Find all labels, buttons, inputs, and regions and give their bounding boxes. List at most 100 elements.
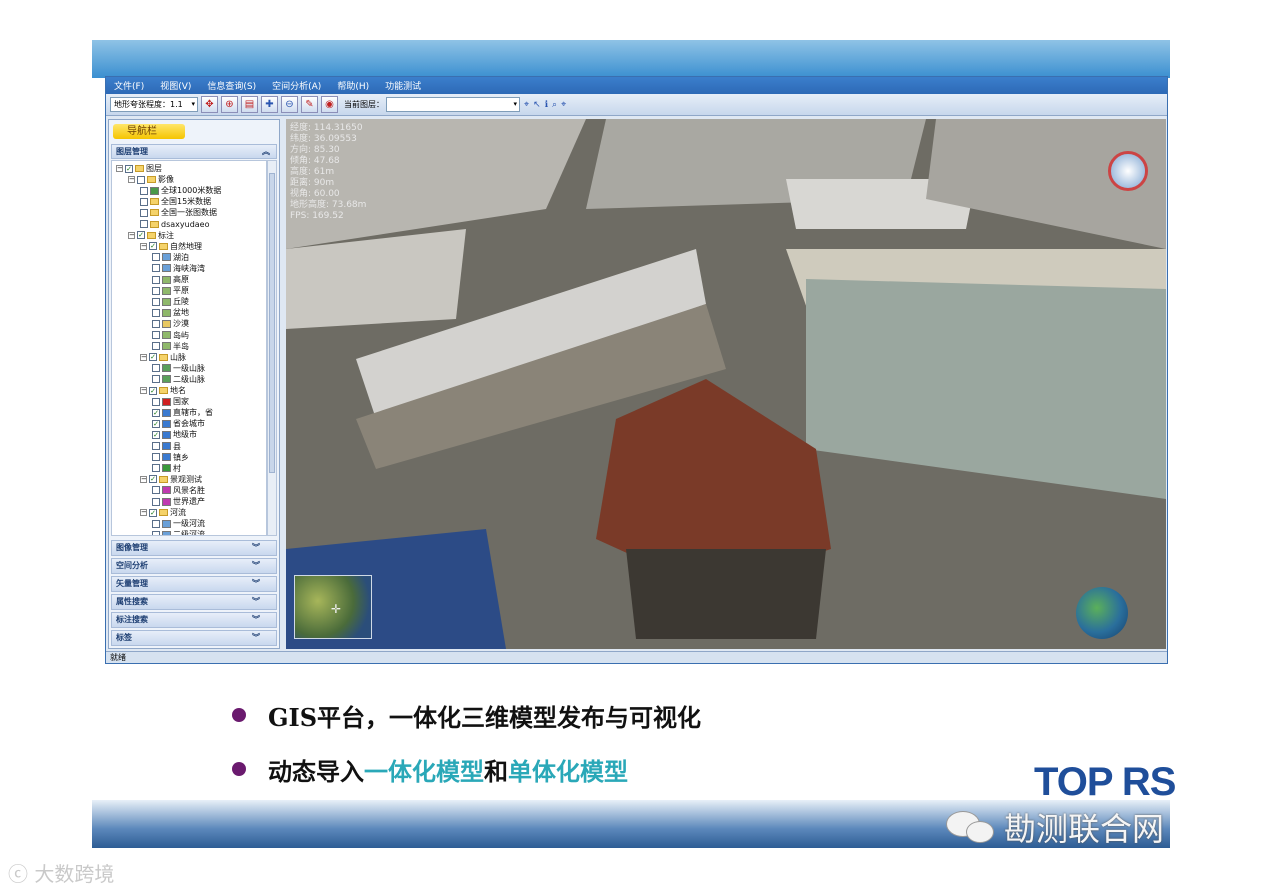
layer-tree-row[interactable]: − ✓ 山脉 (140, 352, 186, 363)
layer-tree-row[interactable]: 高原 (152, 274, 189, 285)
layer-tree-row[interactable]: − ✓ 河流 (140, 507, 186, 518)
layer-tree-row[interactable]: − ✓ 图层 (116, 163, 162, 174)
compass-icon[interactable] (1108, 151, 1148, 191)
layer-visibility-checkbox[interactable] (152, 497, 160, 506)
menu-spatial-analysis[interactable]: 空间分析(A) (272, 79, 321, 92)
layer-visibility-checkbox[interactable] (152, 442, 160, 450)
menu-info-query[interactable]: 信息查询(S) (207, 79, 256, 92)
layer-tree-row[interactable]: 半岛 (152, 341, 189, 352)
layer-tree-row[interactable]: 全国一张图数据 (140, 207, 217, 218)
layer-tree-row[interactable]: − ✓ 标注 (128, 230, 174, 241)
layer-tree-row[interactable]: − 影像 (128, 174, 174, 185)
navigate-icon[interactable]: ✥ (201, 96, 218, 113)
layer-visibility-checkbox[interactable] (152, 308, 160, 317)
layer-tree-row[interactable]: 岛屿 (152, 330, 189, 341)
layer-visibility-checkbox[interactable] (152, 375, 160, 384)
layer-visibility-checkbox[interactable] (152, 519, 160, 528)
layer-visibility-checkbox[interactable] (152, 397, 160, 406)
layer-visibility-checkbox[interactable]: ✓ (125, 164, 133, 173)
layer-visibility-checkbox[interactable] (152, 331, 160, 339)
layer-tree-row[interactable]: ✓ 省会城市 (152, 418, 205, 429)
layer-tree-row[interactable]: 风景名胜 (152, 485, 205, 496)
layer-visibility-checkbox[interactable]: ✓ (137, 231, 145, 240)
search-icon[interactable]: ⌕ (552, 100, 557, 110)
layer-visibility-checkbox[interactable]: ✓ (149, 475, 157, 484)
layer-visibility-checkbox[interactable] (152, 297, 160, 306)
layer-manager-header[interactable]: 图层管理 ︽ (111, 144, 277, 159)
tree-expand-toggle[interactable]: − (128, 231, 135, 239)
layer-tree-row[interactable]: dsaxyudaeo (140, 219, 209, 230)
layer-tree-row[interactable]: 湖泊 (152, 252, 189, 263)
layer-visibility-checkbox[interactable] (152, 253, 160, 262)
layer-visibility-checkbox[interactable] (152, 530, 160, 535)
info-icon[interactable]: ℹ (545, 100, 548, 110)
layer-visibility-checkbox[interactable] (152, 275, 160, 284)
layer-visibility-checkbox[interactable] (152, 486, 160, 495)
scrollbar-thumb[interactable] (269, 173, 275, 473)
layer-visibility-checkbox[interactable]: ✓ (152, 408, 160, 417)
accordion-section[interactable]: 矢量管理 ︾ (111, 576, 277, 592)
layer-visibility-checkbox[interactable] (152, 342, 160, 351)
accordion-section[interactable]: 空间分析 ︾ (111, 558, 277, 574)
layer-tree-row[interactable]: 二级河流 (152, 529, 205, 535)
terrain-exaggeration-select[interactable]: 地形夸张程度：1.1 ▾ (110, 97, 198, 112)
layer-tree-row[interactable]: 全国15米数据 (140, 196, 211, 207)
menu-help[interactable]: 帮助(H) (337, 79, 369, 92)
pointer-icon[interactable]: ↖ (533, 100, 541, 110)
layer-tree-row[interactable]: 平原 (152, 285, 189, 296)
menu-function-test[interactable]: 功能测试 (385, 79, 421, 92)
layer-tree-row[interactable]: 世界遗产 (152, 496, 205, 507)
layer-visibility-checkbox[interactable] (140, 208, 148, 217)
layer-tree-row[interactable]: ✓ 地级市 (152, 429, 197, 440)
layer-tree-row[interactable]: 村 (152, 463, 181, 474)
edit-icon[interactable]: ✎ (301, 96, 318, 113)
layer-visibility-checkbox[interactable] (152, 364, 160, 373)
layer-tree-scrollbar[interactable] (267, 160, 277, 536)
3d-map-viewport[interactable]: 经度: 114.31650 纬度: 36.09553 方向: 85.30 倾角: 47… (286, 119, 1166, 649)
layer-visibility-checkbox[interactable]: ✓ (149, 508, 157, 517)
layer-tree-row[interactable]: − ✓ 地名 (140, 385, 186, 396)
layer-visibility-checkbox[interactable] (152, 464, 160, 473)
current-layer-select[interactable]: ▾ (386, 97, 520, 112)
tree-expand-toggle[interactable]: − (140, 242, 147, 250)
tree-expand-toggle[interactable]: − (140, 475, 147, 483)
layer-tree-row[interactable]: 全球1000米数据 (140, 185, 221, 196)
document-icon[interactable]: ▤ (241, 96, 258, 113)
layer-visibility-checkbox[interactable]: ✓ (149, 242, 157, 251)
layer-tree-row[interactable]: 海峡海湾 (152, 263, 205, 274)
layer-visibility-checkbox[interactable] (152, 264, 160, 273)
overview-minimap[interactable]: ✛ (294, 575, 372, 639)
measure-icon[interactable]: ⌖ (524, 100, 529, 110)
layer-tree-row[interactable]: 盆地 (152, 307, 189, 318)
zoom-out-icon[interactable]: ⊖ (281, 96, 298, 113)
layer-tree-row[interactable]: 丘陵 (152, 296, 189, 307)
layer-visibility-checkbox[interactable]: ✓ (152, 419, 160, 428)
layer-visibility-checkbox[interactable] (152, 319, 160, 328)
layer-visibility-checkbox[interactable]: ✓ (149, 386, 157, 395)
layer-visibility-checkbox[interactable]: ✓ (149, 353, 157, 362)
layer-tree-row[interactable]: 二级山脉 (152, 374, 205, 385)
layer-tree-row[interactable]: − ✓ 自然地理 (140, 241, 202, 252)
accordion-section[interactable]: 标注搜索 ︾ (111, 612, 277, 628)
pan-icon[interactable]: ⊕ (221, 96, 238, 113)
layer-tree-row[interactable]: 一级山脉 (152, 363, 205, 374)
tree-expand-toggle[interactable]: − (140, 387, 147, 394)
menu-view[interactable]: 视图(V) (160, 79, 191, 92)
accordion-section[interactable]: 图像管理 ︾ (111, 540, 277, 556)
menu-file[interactable]: 文件(F) (114, 79, 144, 92)
layer-tree-row[interactable]: 一级河流 (152, 518, 205, 529)
layer-tree-row[interactable]: 国家 (152, 396, 189, 407)
layer-tree-row[interactable]: 沙漠 (152, 318, 189, 329)
layer-visibility-checkbox[interactable]: ✓ (152, 430, 160, 439)
layer-tree-row[interactable]: 县 (152, 441, 181, 452)
tree-expand-toggle[interactable]: − (140, 509, 147, 517)
layer-visibility-checkbox[interactable] (152, 286, 160, 295)
layer-visibility-checkbox[interactable] (140, 197, 148, 206)
layer-visibility-checkbox[interactable] (152, 453, 160, 462)
tree-expand-toggle[interactable]: − (128, 176, 135, 184)
layer-visibility-checkbox[interactable] (137, 175, 145, 184)
tree-expand-toggle[interactable]: − (140, 353, 147, 361)
zoom-in-icon[interactable]: ✚ (261, 96, 278, 113)
layer-tree-row[interactable]: ✓ 直辖市，省 (152, 407, 213, 418)
tree-expand-toggle[interactable]: − (116, 165, 123, 172)
